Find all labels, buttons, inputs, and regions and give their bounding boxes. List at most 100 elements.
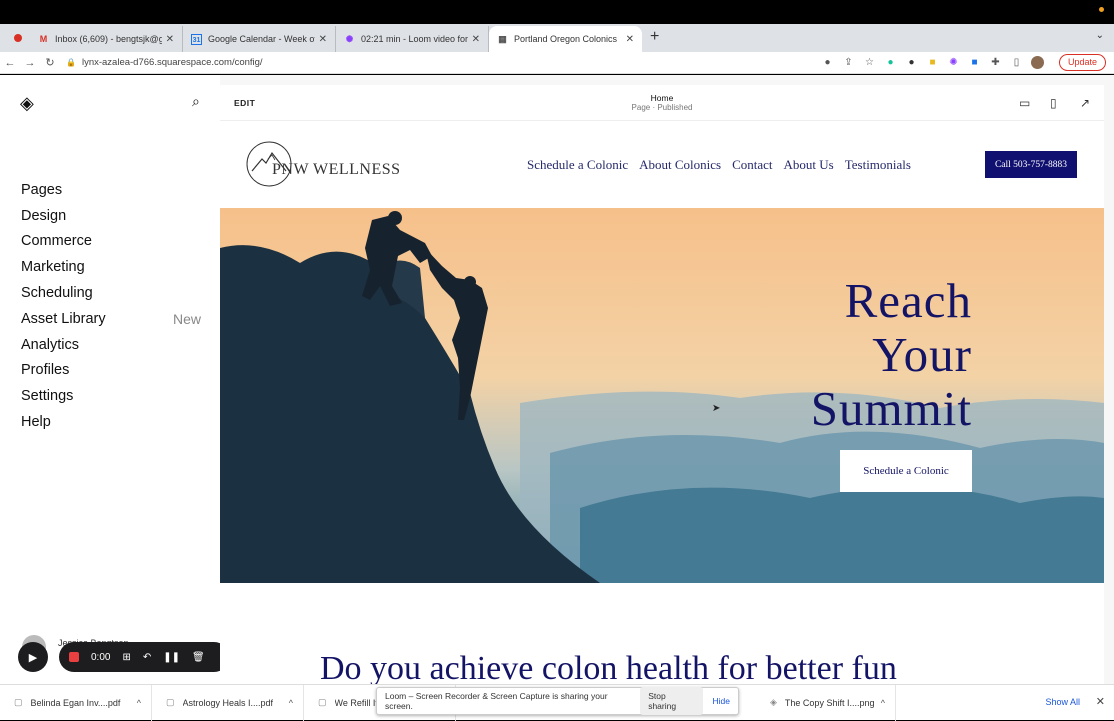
back-icon[interactable]: ← xyxy=(0,57,20,69)
mobile-view-icon[interactable]: ▯ xyxy=(1050,96,1057,110)
sidebar-item-label: Profiles xyxy=(21,362,70,379)
nav-link-schedule[interactable]: Schedule a Colonic xyxy=(527,157,628,173)
sidebar-item-asset-library[interactable]: Asset Library New xyxy=(21,306,201,332)
nav-link-about-colonics[interactable]: About Colonics xyxy=(639,157,721,173)
file-icon: ▢ xyxy=(318,697,327,707)
url-field[interactable]: 🔒 lynx-azalea-d766.squarespace.com/confi… xyxy=(66,57,263,68)
sidebar-item-scheduling[interactable]: Scheduling xyxy=(21,280,201,306)
tab-calendar[interactable]: 31 Google Calendar - Week of Ap ✕ xyxy=(183,26,336,52)
editor-header: EDIT Home Page · Published ▭ ▯ ↗ xyxy=(220,85,1104,121)
squarespace-logo-icon[interactable]: ◈ xyxy=(20,93,34,114)
sidebar-item-label: Marketing xyxy=(21,259,85,276)
extensions-area: ● ⇪ ☆ ● ● ■ ✺ ■ ✚ ▯ xyxy=(821,56,1044,69)
download-item[interactable]: ▢ Astrology Heals I....pdf ^ xyxy=(152,684,304,721)
sidebar-item-label: Scheduling xyxy=(21,285,93,302)
tab-gmail[interactable]: M Inbox (6,609) - bengtsjk@gma ✕ xyxy=(30,26,183,52)
nav-link-contact[interactable]: Contact xyxy=(732,157,772,173)
download-item[interactable]: ◈ The Copy Shift I....png ^ xyxy=(756,684,896,721)
sidebar-item-analytics[interactable]: Analytics xyxy=(21,332,201,358)
image-file-icon: ◈ xyxy=(770,697,777,707)
stop-recording-button[interactable] xyxy=(69,652,79,662)
sidebar-item-help[interactable]: Help xyxy=(21,409,201,435)
page-title: Home xyxy=(650,93,674,103)
download-item[interactable]: ▢ Belinda Egan Inv....pdf ^ xyxy=(0,684,152,721)
sidebar-item-settings[interactable]: Settings xyxy=(21,383,201,409)
chevron-down-icon[interactable]: ⌄ xyxy=(1096,30,1104,41)
expand-icon[interactable]: ↗ xyxy=(1080,96,1090,110)
loom-recorder-controls: ▶ 0:00 ⊞ ↶ ❚❚ 🗑 xyxy=(18,642,229,672)
update-button[interactable]: Update xyxy=(1058,54,1106,71)
hide-button[interactable]: Hide xyxy=(713,696,730,706)
grid-icon[interactable]: ⊞ xyxy=(122,652,130,663)
stop-sharing-button[interactable]: Stop sharing xyxy=(640,687,703,715)
tab-strip: M Inbox (6,609) - bengtsjk@gma ✕ 31 Goog… xyxy=(0,24,1114,52)
close-tab-icon[interactable]: ✕ xyxy=(166,34,174,45)
notification-dot xyxy=(1099,7,1104,12)
call-button[interactable]: Call 503-757-8883 xyxy=(985,151,1077,178)
os-top-bar xyxy=(0,0,1114,24)
mic-icon[interactable]: ● xyxy=(821,56,834,69)
lock-icon: 🔒 xyxy=(66,58,76,67)
trash-icon[interactable]: 🗑 xyxy=(192,652,205,663)
hero-line: Reach xyxy=(844,273,972,328)
recording-time: 0:00 xyxy=(91,651,111,663)
sidebar-menu: Pages Design Commerce Marketing Scheduli… xyxy=(21,177,201,435)
sidebar-item-label: Settings xyxy=(21,388,74,405)
grammarly-icon[interactable]: ● xyxy=(884,56,897,69)
share-icon[interactable]: ⇪ xyxy=(842,56,855,69)
hero-section: Reach Your Summit Schedule a Colonic xyxy=(220,208,1104,583)
sidebar-item-marketing[interactable]: Marketing xyxy=(21,254,201,280)
close-icon[interactable]: ✕ xyxy=(1096,695,1105,708)
reload-icon[interactable]: ↻ xyxy=(40,56,60,69)
undo-icon[interactable]: ↶ xyxy=(143,652,151,663)
extension-dark-icon[interactable]: ● xyxy=(905,56,918,69)
profile-avatar-icon[interactable] xyxy=(1031,56,1044,69)
chevron-up-icon[interactable]: ^ xyxy=(289,698,293,708)
sidebar-item-label: Help xyxy=(21,414,51,431)
page-info: Home Page · Published xyxy=(220,93,1104,112)
calendar-icon: 31 xyxy=(191,33,202,45)
nav-link-about-us[interactable]: About Us xyxy=(784,157,834,173)
site-logo[interactable]: PNW WELLNESS xyxy=(246,141,401,187)
file-icon: ▢ xyxy=(166,697,175,707)
chevron-up-icon[interactable]: ^ xyxy=(137,698,141,708)
close-tab-icon[interactable]: ✕ xyxy=(472,34,480,45)
tab-title: Portland Oregon Colonics xyxy=(514,34,618,44)
new-tab-icon[interactable]: + xyxy=(650,28,659,46)
pause-icon[interactable]: ❚❚ xyxy=(163,652,180,663)
camera-icon[interactable]: ▶ xyxy=(18,642,48,672)
search-icon[interactable]: ⌕ xyxy=(192,93,200,110)
puzzle-icon[interactable]: ✚ xyxy=(989,56,1002,69)
close-tab-icon[interactable]: ✕ xyxy=(626,34,634,45)
hero-schedule-button[interactable]: Schedule a Colonic xyxy=(840,450,972,492)
sidepanel-icon[interactable]: ▯ xyxy=(1010,56,1023,69)
squarespace-app: ◈ ⌕ Pages Design Commerce Marketing Sche… xyxy=(0,75,1114,684)
nav-link-testimonials[interactable]: Testimonials xyxy=(845,157,911,173)
url-text: lynx-azalea-d766.squarespace.com/config/ xyxy=(81,57,263,68)
show-all-downloads-button[interactable]: Show All xyxy=(1045,697,1080,707)
recording-icon xyxy=(14,34,22,42)
star-icon[interactable]: ☆ xyxy=(863,56,876,69)
tab-loom[interactable]: ✺ 02:21 min - Loom video for pro ✕ xyxy=(336,26,489,52)
gmail-icon: M xyxy=(39,33,48,44)
sidebar-item-commerce[interactable]: Commerce xyxy=(21,229,201,255)
sidebar-item-profiles[interactable]: Profiles xyxy=(21,358,201,384)
extension-purple-icon[interactable]: ✺ xyxy=(947,56,960,69)
sidebar-item-label: Commerce xyxy=(21,233,92,250)
extension-yellow-icon[interactable]: ■ xyxy=(926,56,939,69)
loom-icon: ✺ xyxy=(345,33,354,44)
download-name: Astrology Heals I....pdf xyxy=(182,697,274,708)
page-status: Page · Published xyxy=(631,103,693,112)
download-name: The Copy Shift I....png xyxy=(784,697,875,708)
forward-icon[interactable]: → xyxy=(20,57,40,69)
chevron-up-icon[interactable]: ^ xyxy=(881,698,885,708)
hero-line: Your xyxy=(872,327,972,382)
extension-blue-icon[interactable]: ■ xyxy=(968,56,981,69)
tab-title: Google Calendar - Week of Ap xyxy=(208,34,315,44)
sidebar-item-label: Analytics xyxy=(21,336,80,353)
tab-squarespace[interactable]: ▦ Portland Oregon Colonics ✕ xyxy=(489,26,642,52)
sidebar-item-design[interactable]: Design xyxy=(21,203,201,229)
sidebar-item-pages[interactable]: Pages xyxy=(21,177,201,203)
close-tab-icon[interactable]: ✕ xyxy=(319,34,327,45)
desktop-view-icon[interactable]: ▭ xyxy=(1019,96,1030,110)
